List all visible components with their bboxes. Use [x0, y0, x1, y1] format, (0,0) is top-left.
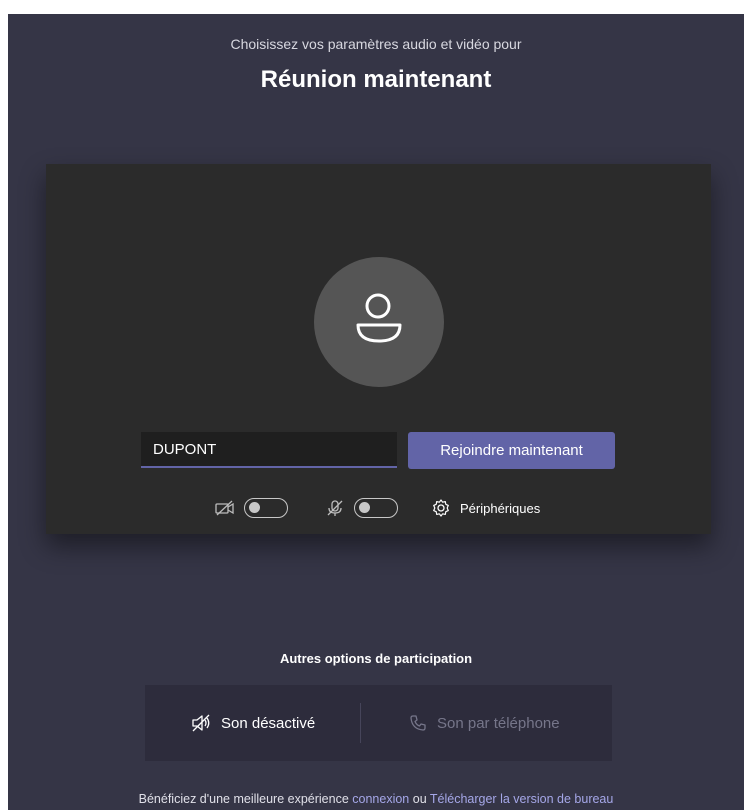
camera-toggle-knob: [249, 502, 260, 513]
person-icon: [356, 293, 402, 343]
camera-off-icon[interactable]: [214, 499, 236, 517]
footer-prefix: Bénéficiez d'une meilleure expérience: [138, 792, 353, 806]
avatar: [314, 257, 444, 387]
options-divider: [360, 703, 361, 743]
login-link[interactable]: connexion: [352, 792, 409, 806]
speaker-off-icon: [192, 714, 210, 732]
join-now-button[interactable]: Rejoindre maintenant: [408, 432, 615, 469]
microphone-toggle[interactable]: [354, 498, 398, 518]
audio-off-label: Son désactivé: [221, 714, 316, 732]
name-input[interactable]: [141, 432, 397, 468]
microphone-toggle-knob: [359, 502, 370, 513]
footer-middle: ou: [409, 792, 430, 806]
phone-audio-option[interactable]: Son par téléphone: [409, 685, 560, 761]
download-desktop-link[interactable]: Télécharger la version de bureau: [430, 792, 613, 806]
footer-text: Bénéficiez d'une meilleure expérience co…: [8, 792, 744, 806]
camera-toggle[interactable]: [244, 498, 288, 518]
phone-audio-label: Son par téléphone: [437, 714, 560, 732]
phone-icon: [410, 715, 426, 731]
audio-off-option[interactable]: Son désactivé: [191, 685, 315, 761]
other-options-box: Son désactivé Son par téléphone: [145, 685, 612, 761]
page-subtitle: Choisissez vos paramètres audio et vidéo…: [230, 36, 522, 52]
video-preview-panel: Rejoindre maintenant: [46, 164, 711, 534]
microphone-off-icon[interactable]: [325, 499, 345, 517]
page-title: Réunion maintenant: [260, 66, 492, 93]
other-options-title: Autres options de participation: [279, 651, 473, 666]
gear-icon[interactable]: [431, 498, 451, 518]
device-controls: Périphériques: [46, 496, 711, 522]
devices-button[interactable]: Périphériques: [460, 501, 540, 516]
pre-join-screen: Choisissez vos paramètres audio et vidéo…: [8, 14, 744, 810]
